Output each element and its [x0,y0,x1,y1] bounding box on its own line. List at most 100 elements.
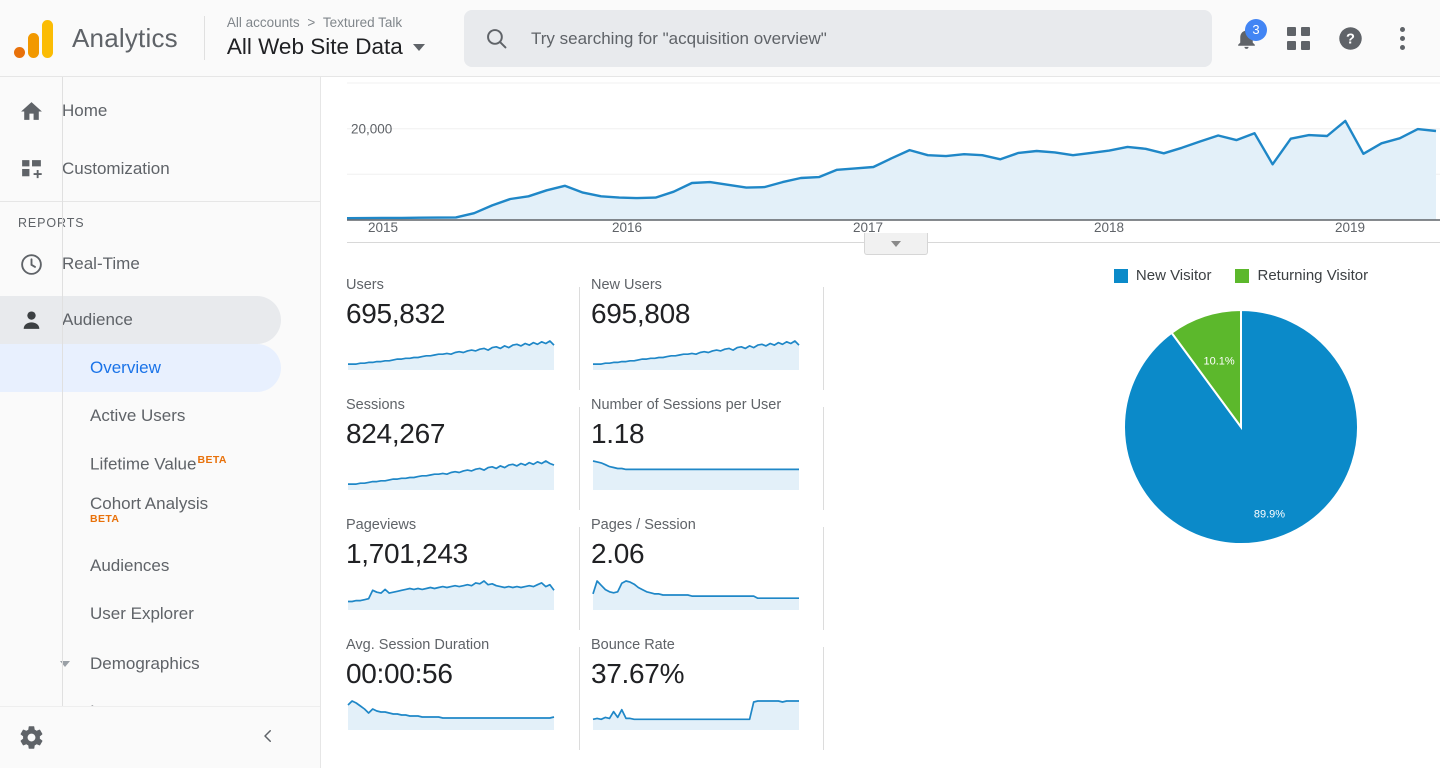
metric-value: 00:00:56 [346,658,453,689]
metric-label: Sessions [346,397,405,413]
pie-legend-item[interactable]: Returning Visitor [1235,267,1368,284]
sidebar-item-active-users[interactable]: Active Users [0,392,281,440]
metric-sparkline [346,697,567,731]
breadcrumb: All accounts > Textured Talk [227,14,425,32]
metric-label: New Users [591,277,662,293]
metric-sparkline [346,337,567,371]
main-content: 20,000 2015 2016 2017 2018 2019 Users 695,832… [321,77,1440,768]
sidebar-item-overview[interactable]: Overview [0,344,281,392]
apps-button[interactable] [1272,13,1324,65]
pie-legend-item[interactable]: New Visitor [1113,267,1212,284]
sidebar-item-lifetime-value[interactable]: Lifetime ValueBETA [0,440,281,488]
metric-label: Users [346,277,384,293]
sidebar-item-text: Cohort Analysis [90,494,209,513]
beta-badge: BETA [90,513,120,525]
sidebar-item-label: Cohort Analysis BETA [90,494,208,525]
legend-label: New Visitor [1135,267,1212,284]
pie-legend: New Visitor Returning Visitor [1061,267,1421,284]
metric-card[interactable]: New Users 695,808 [579,275,824,395]
metric-sparkline [346,457,567,491]
legend-label: Returning Visitor [1257,267,1369,284]
sidebar-item-label: Home [62,101,108,120]
metric-value: 695,832 [346,298,446,329]
metric-sparkline [591,337,800,371]
metric-label: Bounce Rate [591,637,675,653]
metric-value: 37.67% [591,658,685,689]
sidebar: Home Customization REPORTS Real-Time Aud… [0,77,321,768]
sidebar-item-audiences[interactable]: Audiences [0,542,281,590]
card-divider [823,527,824,630]
sidebar-item-cohort-analysis[interactable]: Cohort Analysis BETA [0,488,281,542]
metric-value: 1,701,243 [346,538,468,569]
card-divider [579,527,580,630]
apps-grid-icon [1286,27,1310,50]
x-tick-label: 2016 [611,220,643,235]
sidebar-item-label: Audience [62,310,133,329]
sidebar-item-audience[interactable]: Audience [0,296,281,344]
pie-chart-svg: 89.9% 10.1% [1123,308,1359,545]
metric-card[interactable]: Avg. Session Duration 00:00:56 [346,635,579,755]
date-range-slider-handle[interactable] [864,233,928,255]
sidebar-item-label: User Explorer [90,604,194,623]
card-divider [823,647,824,750]
settings-button[interactable] [0,724,62,751]
metric-label: Pageviews [346,517,417,533]
card-divider [579,287,580,390]
metric-card[interactable]: Number of Sessions per User 1.18 [579,395,824,515]
chevron-down-icon [0,661,90,667]
sidebar-section-reports: REPORTS [18,216,85,230]
sidebar-item-text: Lifetime Value [90,454,197,474]
search-input[interactable] [531,28,1192,49]
metric-card[interactable]: Users 695,832 [346,275,579,395]
metric-card[interactable]: Bounce Rate 37.67% [579,635,824,755]
help-icon: ? [1338,27,1362,50]
sessions-chart-svg: 20,000 [346,82,1440,221]
logo-mid-bar-icon [27,33,39,58]
metric-card[interactable]: Pages / Session 2.06 [579,515,824,635]
brand-title: Analytics [72,22,178,53]
metric-value: 824,267 [346,418,446,449]
svg-text:?: ? [1346,32,1355,48]
sidebar-item-home[interactable]: Home [0,87,281,135]
more-options-button[interactable] [1376,13,1428,65]
sidebar-rail-line [62,77,63,768]
card-divider [823,287,824,390]
metric-card[interactable]: Pageviews 1,701,243 [346,515,579,635]
metric-sparkline [346,577,567,611]
notifications-button[interactable]: 3 [1220,13,1272,65]
analytics-logo[interactable] [0,18,62,58]
sidebar-item-user-explorer[interactable]: User Explorer [0,590,281,638]
sidebar-item-label: Audiences [90,556,170,575]
breadcrumb-account-name[interactable]: Textured Talk [323,15,402,30]
gear-icon [20,726,42,749]
sidebar-item-label: Active Users [90,406,186,425]
sidebar-item-customization[interactable]: Customization [0,145,281,193]
sidebar-item-label: Real-Time [62,254,140,273]
chevron-down-icon [891,240,901,247]
collapse-sidebar-button[interactable] [259,727,277,749]
metric-card[interactable]: Sessions 824,267 [346,395,579,515]
legend-swatch-icon [1235,268,1250,283]
search-bar[interactable] [464,10,1212,67]
app-header: Analytics All accounts > Textured Talk A… [0,0,1440,77]
metric-sparkline [591,457,800,491]
home-icon [0,99,62,124]
metric-cards-grid: Users 695,832 New Users 695,808 Sessions 824,… [346,275,826,755]
metric-value: 1.18 [591,418,645,449]
metric-card-row: Pageviews 1,701,243 Pages / Session 2.06 [346,515,826,635]
sidebar-item-label: Overview [90,358,161,377]
sidebar-item-demographics[interactable]: Demographics [0,640,281,688]
sidebar-item-real-time[interactable]: Real-Time [0,240,281,288]
property-title[interactable]: All Web Site Data [227,32,425,62]
sessions-over-time-chart[interactable]: 20,000 [321,77,1440,243]
header-divider [203,16,205,60]
help-button[interactable]: ? [1324,13,1376,65]
pie-slice-label: 10.1% [1203,355,1234,367]
pie-chart[interactable]: 89.9% 10.1% [1061,302,1421,552]
clock-icon [0,252,62,277]
account-selector[interactable]: All accounts > Textured Talk All Web Sit… [227,14,425,62]
beta-badge: BETA [197,453,227,466]
logo-dot-icon [13,47,25,58]
breadcrumb-all-accounts[interactable]: All accounts [227,15,300,30]
person-icon [0,308,62,333]
